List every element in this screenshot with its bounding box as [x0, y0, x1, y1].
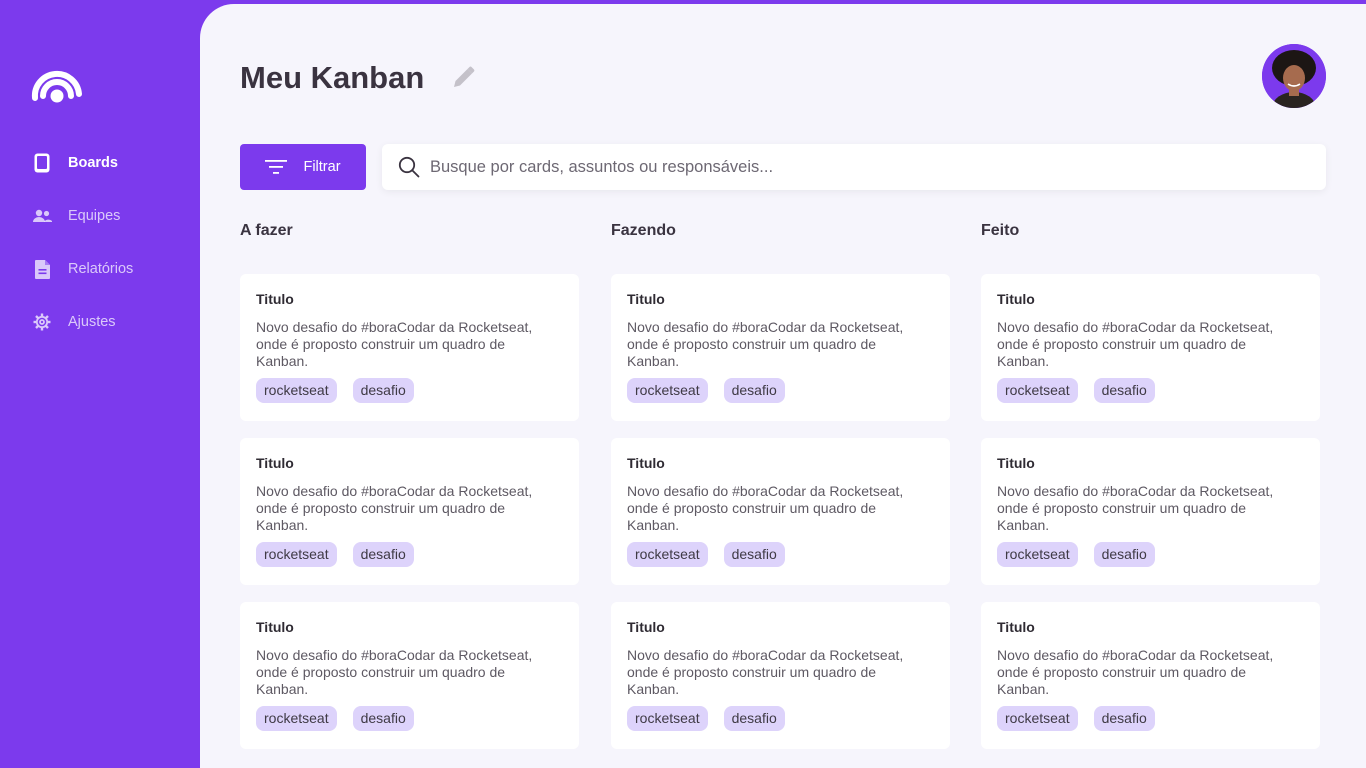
- column-a-fazer: A fazer Titulo Novo desafio do #boraCoda…: [240, 222, 579, 749]
- sidebar-item-relatorios[interactable]: Relatórios: [32, 256, 133, 282]
- card-description: Novo desafio do #boraCodar da Rocketseat…: [627, 647, 904, 697]
- kanban-card[interactable]: Titulo Novo desafio do #boraCodar da Roc…: [240, 438, 579, 585]
- tag[interactable]: rocketseat: [627, 542, 708, 567]
- card-title: Titulo: [627, 291, 665, 307]
- main-content: Meu Kanban Filtrar A fazer: [200, 4, 1366, 768]
- tag[interactable]: rocketseat: [997, 706, 1078, 731]
- card-tags: rocketseat desafio: [997, 542, 1304, 567]
- tag[interactable]: desafio: [723, 542, 785, 567]
- tag[interactable]: desafio: [352, 542, 414, 567]
- pencil-icon[interactable]: [450, 65, 476, 91]
- users-icon: [32, 206, 52, 226]
- tag[interactable]: rocketseat: [256, 542, 337, 567]
- card-title: Titulo: [997, 291, 1035, 307]
- kanban-card[interactable]: Titulo Novo desafio do #boraCodar da Roc…: [611, 274, 950, 421]
- card-title: Titulo: [997, 619, 1035, 635]
- filter-button-label: Filtrar: [303, 159, 341, 175]
- page-title: Meu Kanban: [240, 60, 425, 95]
- avatar[interactable]: [1262, 44, 1326, 108]
- column-title: Feito: [981, 222, 1020, 239]
- user-avatar-icon: [1262, 44, 1326, 108]
- card-tags: rocketseat desafio: [627, 378, 934, 403]
- kanban-card[interactable]: Titulo Novo desafio do #boraCodar da Roc…: [611, 602, 950, 749]
- card-description: Novo desafio do #boraCodar da Rocketseat…: [256, 483, 533, 533]
- tag[interactable]: rocketseat: [997, 542, 1078, 567]
- tag[interactable]: desafio: [1093, 542, 1155, 567]
- sidebar-item-label: Relatórios: [68, 261, 134, 277]
- sidebar-item-ajustes[interactable]: Ajustes: [32, 309, 133, 335]
- card-list: Titulo Novo desafio do #boraCodar da Roc…: [611, 274, 950, 766]
- card-description: Novo desafio do #boraCodar da Rocketseat…: [627, 483, 904, 533]
- card-title: Titulo: [627, 455, 665, 471]
- search-bar: [382, 144, 1326, 190]
- tag[interactable]: rocketseat: [256, 378, 337, 403]
- document-icon: [32, 259, 52, 279]
- kanban-card[interactable]: Titulo Novo desafio do #boraCodar da Roc…: [981, 438, 1320, 585]
- tag[interactable]: desafio: [352, 706, 414, 731]
- card-title: Titulo: [256, 291, 294, 307]
- tag[interactable]: desafio: [1093, 706, 1155, 731]
- sidebar-item-label: Equipes: [68, 208, 121, 224]
- tag[interactable]: rocketseat: [256, 706, 337, 731]
- card-tags: rocketseat desafio: [997, 706, 1304, 731]
- column-fazendo: Fazendo Titulo Novo desafio do #boraCoda…: [611, 222, 950, 749]
- card-description: Novo desafio do #boraCodar da Rocketseat…: [256, 319, 533, 369]
- card-description: Novo desafio do #boraCodar da Rocketseat…: [997, 647, 1274, 697]
- logo-icon: [31, 70, 82, 103]
- card-tags: rocketseat desafio: [256, 706, 563, 731]
- tag[interactable]: rocketseat: [627, 706, 708, 731]
- search-input[interactable]: [430, 144, 1326, 190]
- card-title: Titulo: [997, 455, 1035, 471]
- tablet-icon: [32, 153, 52, 173]
- tag[interactable]: desafio: [352, 378, 414, 403]
- card-description: Novo desafio do #boraCodar da Rocketseat…: [256, 647, 533, 697]
- tag[interactable]: desafio: [1093, 378, 1155, 403]
- filter-icon: [265, 160, 288, 174]
- sidebar: Boards Equipes Relatórios Ajustes: [0, 0, 200, 768]
- card-tags: rocketseat desafio: [256, 378, 563, 403]
- card-tags: rocketseat desafio: [997, 378, 1304, 403]
- sidebar-item-boards[interactable]: Boards: [32, 150, 133, 176]
- search-icon: [398, 156, 420, 178]
- card-title: Titulo: [256, 455, 294, 471]
- sidebar-item-equipes[interactable]: Equipes: [32, 203, 133, 229]
- card-title: Titulo: [627, 619, 665, 635]
- sidebar-item-label: Boards: [68, 155, 118, 171]
- kanban-card[interactable]: Titulo Novo desafio do #boraCodar da Roc…: [240, 274, 579, 421]
- card-description: Novo desafio do #boraCodar da Rocketseat…: [997, 483, 1274, 533]
- tag[interactable]: desafio: [723, 706, 785, 731]
- card-list: Titulo Novo desafio do #boraCodar da Roc…: [240, 274, 579, 766]
- kanban-card[interactable]: Titulo Novo desafio do #boraCodar da Roc…: [981, 602, 1320, 749]
- filter-button[interactable]: Filtrar: [240, 144, 366, 190]
- card-title: Titulo: [256, 619, 294, 635]
- card-description: Novo desafio do #boraCodar da Rocketseat…: [627, 319, 904, 369]
- kanban-card[interactable]: Titulo Novo desafio do #boraCodar da Roc…: [240, 602, 579, 749]
- tag[interactable]: desafio: [723, 378, 785, 403]
- card-tags: rocketseat desafio: [627, 706, 934, 731]
- column-feito: Feito Titulo Novo desafio do #boraCodar …: [981, 222, 1320, 749]
- card-description: Novo desafio do #boraCodar da Rocketseat…: [997, 319, 1274, 369]
- sidebar-item-label: Ajustes: [68, 314, 116, 330]
- card-tags: rocketseat desafio: [256, 542, 563, 567]
- column-title: Fazendo: [611, 222, 676, 239]
- card-tags: rocketseat desafio: [627, 542, 934, 567]
- kanban-card[interactable]: Titulo Novo desafio do #boraCodar da Roc…: [611, 438, 950, 585]
- tag[interactable]: rocketseat: [997, 378, 1078, 403]
- kanban-card[interactable]: Titulo Novo desafio do #boraCodar da Roc…: [981, 274, 1320, 421]
- gear-icon: [32, 312, 52, 332]
- sidebar-nav: Boards Equipes Relatórios Ajustes: [32, 150, 133, 362]
- card-list: Titulo Novo desafio do #boraCodar da Roc…: [981, 274, 1320, 766]
- column-title: A fazer: [240, 222, 293, 239]
- tag[interactable]: rocketseat: [627, 378, 708, 403]
